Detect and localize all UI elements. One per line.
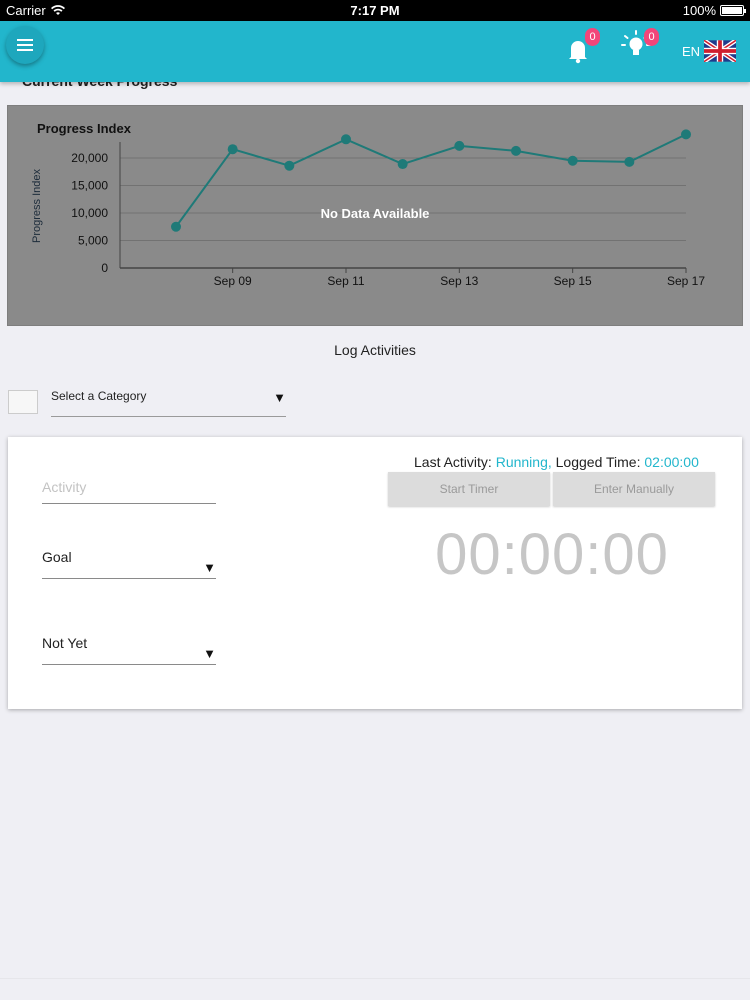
- category-select[interactable]: Select a Category ▼: [51, 388, 286, 417]
- timer-display: 00:00:00: [435, 522, 669, 587]
- data-point: [171, 221, 181, 232]
- data-point: [567, 155, 578, 166]
- dropdown-arrow-icon: ▼: [273, 390, 286, 405]
- chart-title: Progress Index: [37, 121, 132, 136]
- progress-chart: Progress Index Progress Index 0 5,000 10,000…: [7, 105, 743, 326]
- activity-card: Activity Goal ▼ Not Yet ▼ Last Activity:…: [8, 437, 742, 709]
- last-activity-info: Last Activity: Running, Logged Time: 02:…: [414, 454, 699, 470]
- progress-chart-svg: Progress Index Progress Index 0 5,000 10,000…: [31, 121, 705, 288]
- data-point: [341, 134, 351, 145]
- data-point: [681, 129, 691, 140]
- data-point: [227, 144, 238, 155]
- y-tick-label: 0: [101, 261, 108, 275]
- language-selector[interactable]: EN: [682, 40, 736, 62]
- data-point: [397, 159, 408, 170]
- no-data-overlay: No Data Available: [321, 206, 430, 221]
- uk-flag-icon: [704, 40, 736, 62]
- activity-input[interactable]: Activity: [42, 479, 216, 504]
- goal-select-label: Goal: [42, 549, 72, 565]
- status-select-label: Not Yet: [42, 635, 88, 651]
- dropdown-arrow-icon: ▼: [203, 646, 216, 661]
- status-bar: Carrier 7:17 PM 100%: [0, 0, 750, 21]
- data-point: [624, 156, 635, 167]
- status-time: 7:17 PM: [350, 3, 400, 18]
- status-select[interactable]: Not Yet ▼: [42, 635, 216, 665]
- x-tick-label: Sep 13: [440, 274, 478, 288]
- y-tick-label: 10,000: [71, 206, 108, 220]
- x-tick-label: Sep 09: [214, 274, 252, 288]
- last-activity-prefix: Last Activity:: [414, 454, 496, 470]
- logged-time-value: 02:00:00: [644, 454, 699, 470]
- battery-icon: [720, 5, 746, 16]
- notifications-button[interactable]: 0: [562, 28, 602, 69]
- y-tick-label: 5,000: [78, 234, 108, 248]
- x-tick-label: Sep 11: [327, 274, 364, 288]
- category-select-label: Select a Category: [51, 389, 147, 403]
- tips-badge: 0: [644, 28, 659, 46]
- bottom-bar: [0, 978, 750, 1000]
- dropdown-arrow-icon: ▼: [203, 560, 216, 575]
- goal-select[interactable]: Goal ▼: [42, 549, 216, 579]
- logged-time-prefix: Logged Time:: [551, 454, 645, 470]
- language-code: EN: [681, 43, 700, 59]
- start-timer-button[interactable]: Start Timer: [388, 472, 550, 506]
- y-tick-label: 20,000: [71, 151, 108, 165]
- app-header: 0 0 EN: [0, 21, 750, 82]
- y-axis-label: Progress Index: [31, 169, 43, 243]
- x-tick-label: Sep 17: [667, 274, 705, 288]
- data-point: [454, 140, 465, 151]
- tips-button[interactable]: 0: [618, 27, 659, 67]
- data-point: [511, 145, 521, 156]
- x-tick-label: Sep 15: [554, 274, 592, 288]
- battery-indicator: 100%: [682, 3, 746, 18]
- menu-button[interactable]: [6, 26, 44, 64]
- data-point: [284, 160, 295, 171]
- log-activities-title: Log Activities: [334, 342, 416, 358]
- category-checkbox[interactable]: [8, 390, 38, 414]
- hamburger-icon: [17, 39, 33, 51]
- enter-manually-button[interactable]: Enter Manually: [553, 472, 715, 506]
- activity-placeholder: Activity: [42, 479, 87, 495]
- y-tick-label: 15,000: [71, 179, 108, 193]
- battery-label: 100%: [682, 3, 716, 18]
- last-activity-value: Running,: [495, 454, 552, 470]
- notification-badge: 0: [585, 28, 600, 46]
